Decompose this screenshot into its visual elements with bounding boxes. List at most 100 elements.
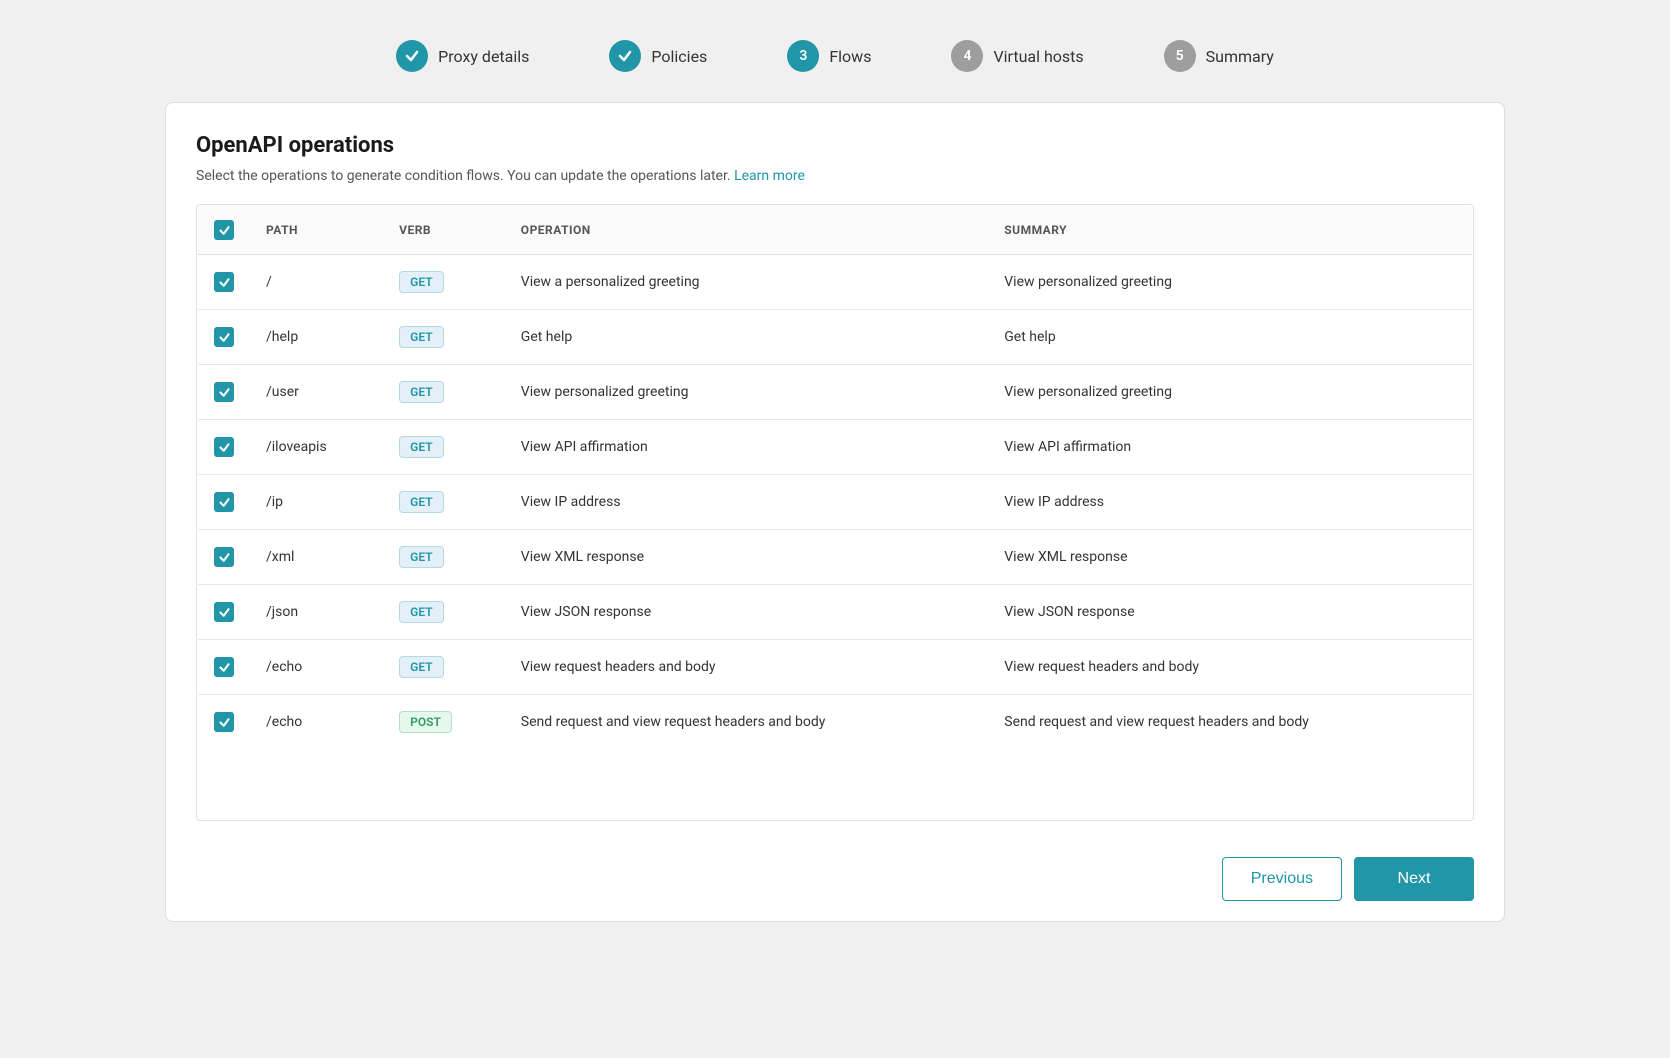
operations-table: PATHVERBOPERATIONSUMMARY / GET View a pers…: [197, 205, 1473, 750]
row-checkbox-cell: [198, 530, 251, 585]
verb-badge: GET: [399, 381, 443, 403]
step-label-proxy-details: Proxy details: [438, 47, 529, 66]
row-path: /json: [250, 585, 383, 640]
table-row: /user GET View personalized greetingView p…: [198, 365, 1473, 420]
learn-more-link[interactable]: Learn more: [734, 168, 805, 184]
table-row: /xml GET View XML responseView XML respons…: [198, 530, 1473, 585]
step-summary[interactable]: 5 Summary: [1164, 40, 1274, 72]
table-row: /helpGETGet helpGet help: [198, 310, 1473, 365]
row-verb: POST: [383, 695, 505, 750]
row-summary: View IP address: [988, 475, 1472, 530]
select-all-checkbox[interactable]: [214, 220, 234, 240]
row-verb: GET: [383, 530, 505, 585]
row-checkbox[interactable]: [214, 272, 234, 292]
row-summary: View XML response: [988, 530, 1472, 585]
row-verb: GET: [383, 420, 505, 475]
verb-badge: GET: [399, 601, 443, 623]
row-operation: Get help: [505, 310, 988, 365]
row-path: /echo: [250, 695, 383, 750]
step-virtual-hosts[interactable]: 4 Virtual hosts: [951, 40, 1083, 72]
row-checkbox[interactable]: [214, 547, 234, 567]
row-operation: View API affirmation: [505, 420, 988, 475]
col-header-operation: OPERATION: [505, 206, 988, 255]
row-checkbox-cell: [198, 475, 251, 530]
col-header-path: PATH: [250, 206, 383, 255]
row-summary: View personalized greeting: [988, 365, 1472, 420]
verb-badge: GET: [399, 436, 443, 458]
row-path: /help: [250, 310, 383, 365]
row-path: /xml: [250, 530, 383, 585]
step-label-virtual-hosts: Virtual hosts: [993, 47, 1083, 66]
row-checkbox-cell: [198, 640, 251, 695]
row-summary: View API affirmation: [988, 420, 1472, 475]
previous-button[interactable]: Previous: [1222, 857, 1342, 901]
verb-badge: GET: [399, 656, 443, 678]
row-checkbox-cell: [198, 585, 251, 640]
row-operation: View XML response: [505, 530, 988, 585]
row-checkbox-cell: [198, 255, 251, 310]
row-verb: GET: [383, 310, 505, 365]
table-row: /iloveapis GET View API affirmationView AP…: [198, 420, 1473, 475]
verb-badge: GET: [399, 491, 443, 513]
table-row: /ip GET View IP addressView IP address: [198, 475, 1473, 530]
row-checkbox-cell: [198, 420, 251, 475]
verb-badge: GET: [399, 271, 443, 293]
row-path: /ip: [250, 475, 383, 530]
header-checkbox-cell: [198, 206, 251, 255]
row-checkbox[interactable]: [214, 712, 234, 732]
row-checkbox[interactable]: [214, 437, 234, 457]
row-operation: Send request and view request headers an…: [505, 695, 988, 750]
step-circle-virtual-hosts: 4: [951, 40, 983, 72]
row-operation: View IP address: [505, 475, 988, 530]
row-operation: View personalized greeting: [505, 365, 988, 420]
step-proxy-details[interactable]: Proxy details: [396, 40, 529, 72]
main-card: OpenAPI operations Select the operations…: [165, 102, 1505, 922]
step-flows[interactable]: 3 Flows: [787, 40, 871, 72]
step-circle-summary: 5: [1164, 40, 1196, 72]
row-summary: View JSON response: [988, 585, 1472, 640]
card-footer: Previous Next: [196, 837, 1474, 901]
row-operation: View request headers and body: [505, 640, 988, 695]
row-operation: View a personalized greeting: [505, 255, 988, 310]
step-circle-flows: 3: [787, 40, 819, 72]
table-row: /json GET View JSON responseView JSON resp…: [198, 585, 1473, 640]
row-path: /echo: [250, 640, 383, 695]
step-circle-proxy-details: [396, 40, 428, 72]
row-verb: GET: [383, 475, 505, 530]
row-checkbox[interactable]: [214, 602, 234, 622]
row-verb: GET: [383, 640, 505, 695]
col-header-summary: SUMMARY: [988, 206, 1472, 255]
stepper: Proxy details Policies 3 Flows 4 Virtual host…: [165, 20, 1505, 102]
row-checkbox[interactable]: [214, 382, 234, 402]
verb-badge: GET: [399, 546, 443, 568]
row-path: /iloveapis: [250, 420, 383, 475]
step-label-policies: Policies: [651, 47, 707, 66]
step-policies[interactable]: Policies: [609, 40, 707, 72]
row-verb: GET: [383, 365, 505, 420]
row-checkbox-cell: [198, 365, 251, 420]
step-label-summary: Summary: [1206, 47, 1274, 66]
row-operation: View JSON response: [505, 585, 988, 640]
row-path: /: [250, 255, 383, 310]
row-summary: View request headers and body: [988, 640, 1472, 695]
card-subtitle: Select the operations to generate condit…: [196, 168, 1474, 184]
col-header-verb: VERB: [383, 206, 505, 255]
row-checkbox[interactable]: [214, 657, 234, 677]
table-row: /echo GET View request headers and bodyVie…: [198, 640, 1473, 695]
table-row: /echo POST Send request and view request h…: [198, 695, 1473, 750]
row-verb: GET: [383, 585, 505, 640]
step-label-flows: Flows: [829, 47, 871, 66]
verb-badge: GET: [399, 326, 443, 348]
row-checkbox[interactable]: [214, 327, 234, 347]
row-checkbox-cell: [198, 695, 251, 750]
verb-badge: POST: [399, 711, 452, 733]
step-circle-policies: [609, 40, 641, 72]
next-button[interactable]: Next: [1354, 857, 1474, 901]
row-verb: GET: [383, 255, 505, 310]
row-checkbox[interactable]: [214, 492, 234, 512]
row-path: /user: [250, 365, 383, 420]
row-checkbox-cell: [198, 310, 251, 365]
table-row: / GET View a personalized greetingView per…: [198, 255, 1473, 310]
row-summary: View personalized greeting: [988, 255, 1472, 310]
card-title: OpenAPI operations: [196, 133, 1474, 158]
